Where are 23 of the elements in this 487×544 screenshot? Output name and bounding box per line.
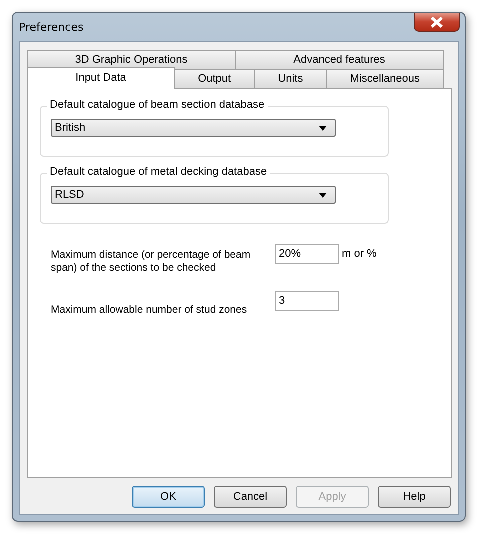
group-label: Default catalogue of beam section database xyxy=(47,99,268,111)
dropdown-arrow-icon xyxy=(319,126,327,130)
close-button[interactable] xyxy=(414,13,460,32)
input-field[interactable]: 3 xyxy=(275,291,339,311)
dialog-button[interactable]: OK xyxy=(132,486,205,508)
field-label: Maximum allowable number of stud zones xyxy=(51,303,248,317)
dropdown-arrow-icon xyxy=(319,192,327,198)
close-icon xyxy=(430,16,444,28)
dialog-button[interactable]: Cancel xyxy=(214,486,287,508)
tab[interactable]: Units xyxy=(254,69,328,88)
field-label: Maximum distance (or percentage of beam span) of the sections to be checked xyxy=(51,248,252,275)
window-title: Preferences xyxy=(19,21,84,34)
group-label: Default catalogue of metal decking database xyxy=(47,166,270,178)
unit-label: m or % xyxy=(342,247,377,260)
tab[interactable]: Input Data xyxy=(27,67,176,89)
tab[interactable]: 3D Graphic Operations xyxy=(27,50,236,69)
dialog-button[interactable]: Help xyxy=(378,486,451,508)
tab[interactable]: Output xyxy=(174,69,256,88)
input-field[interactable]: 20% xyxy=(275,244,339,264)
tab[interactable]: Miscellaneous xyxy=(326,69,444,88)
dropdown[interactable]: RLSD xyxy=(51,186,336,204)
tab[interactable]: Advanced features xyxy=(235,50,444,69)
dropdown[interactable]: British xyxy=(51,119,336,137)
